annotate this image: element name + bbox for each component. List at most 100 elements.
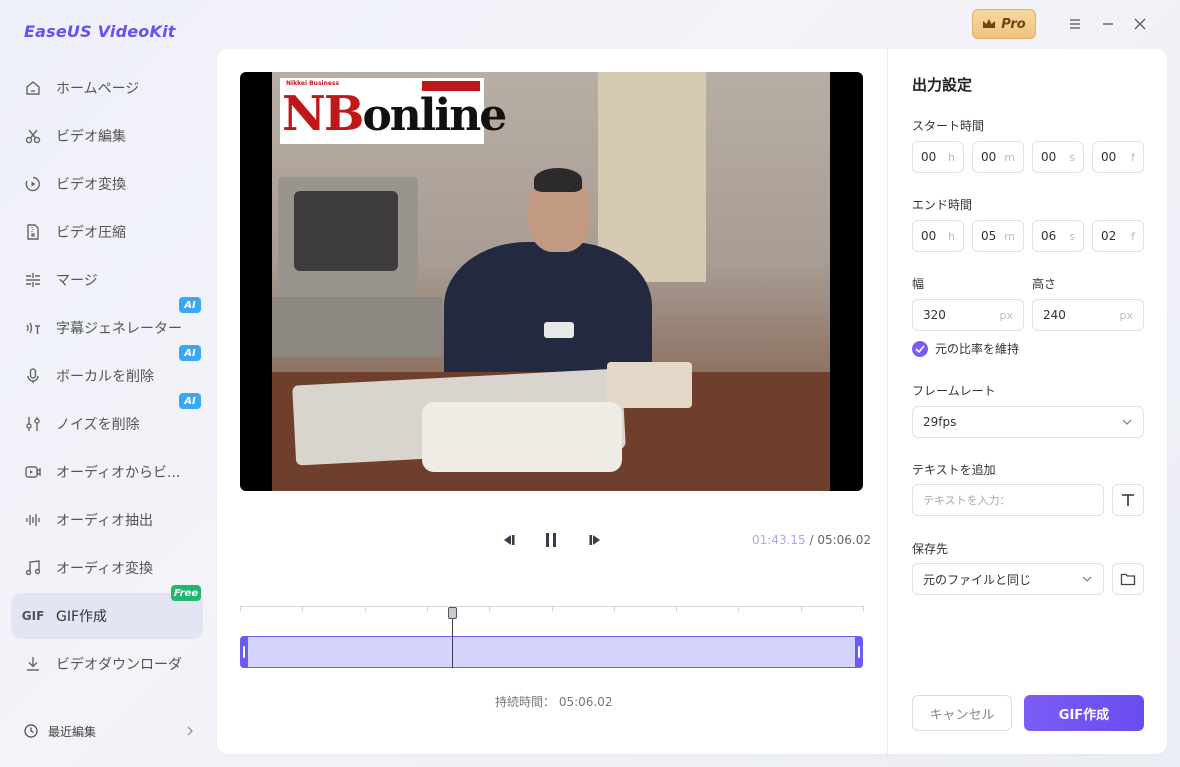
sidebar-item-label: ビデオ圧縮 [56, 225, 126, 241]
compress-icon [23, 222, 43, 242]
start-time-label: スタート時間 [912, 119, 985, 133]
current-time: 01:43.15 [752, 533, 806, 547]
end-hours-input[interactable]: 00 h [912, 220, 964, 252]
end-frames-input[interactable]: 02 f [1092, 220, 1144, 252]
sidebar-item-label: ビデオ編集 [56, 129, 126, 145]
merge-icon [23, 270, 43, 290]
panel-divider [887, 49, 888, 754]
music-note-icon [23, 558, 43, 578]
start-seconds-input[interactable]: 00 s [1032, 141, 1084, 173]
ai-badge: AI [179, 345, 201, 361]
ai-badge: AI [179, 393, 201, 409]
sidebar-item-video-download[interactable]: ビデオダウンローダ [11, 641, 203, 687]
clock-icon [24, 724, 38, 738]
minimize-icon[interactable] [1097, 13, 1119, 35]
sidebar-item-label: オーディオ変換 [56, 561, 154, 577]
sidebar-item-label: GIF作成 [56, 609, 108, 625]
end-seconds-input[interactable]: 06 s [1032, 220, 1084, 252]
sidebar-item-video-convert[interactable]: ビデオ変換 [11, 161, 203, 207]
start-frames-input[interactable]: 00 f [1092, 141, 1144, 173]
sidebar-item-audio-to-video[interactable]: オーディオからビ... [11, 449, 203, 495]
pro-button[interactable]: Pro [972, 9, 1036, 39]
trim-range[interactable] [240, 636, 863, 668]
chevron-down-icon [1082, 576, 1092, 582]
time-display: 01:43.15 / 05:06.02 [752, 533, 872, 547]
timeline-tick [614, 606, 615, 612]
text-style-button[interactable] [1112, 484, 1144, 516]
convert-icon [23, 174, 43, 194]
pause-button[interactable] [540, 529, 562, 551]
sidebar-item-video-edit[interactable]: ビデオ編集 [11, 113, 203, 159]
trim-start-handle[interactable] [240, 636, 248, 668]
sidebar-item-vocal-remove[interactable]: ボーカルを削除 AI [11, 345, 203, 399]
home-icon [23, 78, 43, 98]
playhead-knob[interactable] [448, 607, 457, 619]
chevron-down-icon [1122, 419, 1132, 425]
height-input[interactable]: 240 px [1032, 299, 1144, 331]
video-preview[interactable]: Nikkei Business NBonline [240, 72, 863, 491]
timeline-tick [738, 606, 739, 612]
folder-icon [1120, 573, 1136, 586]
timeline-tick [801, 606, 802, 612]
video-overlay-logo: Nikkei Business NBonline [280, 78, 507, 144]
timeline-tick [552, 606, 553, 612]
total-time: 05:06.02 [817, 533, 872, 547]
trim-end-handle[interactable] [855, 636, 863, 668]
text-icon [1122, 494, 1134, 506]
keep-ratio-checkbox[interactable]: 元の比率を維持 [912, 340, 1019, 357]
sidebar-item-label: ホームページ [56, 81, 140, 97]
sidebar-item-subtitle[interactable]: 字幕ジェネレーター AI [11, 297, 203, 351]
sidebar-item-video-compress[interactable]: ビデオ圧縮 [11, 209, 203, 255]
app-logo: EaseUS VideoKit [24, 22, 176, 41]
sidebar-item-noise-remove[interactable]: ノイズを削除 AI [11, 393, 203, 447]
start-minutes-input[interactable]: 00 m [972, 141, 1024, 173]
browse-folder-button[interactable] [1112, 563, 1144, 595]
sliders-icon [23, 414, 43, 434]
step-back-icon [504, 535, 515, 545]
duration-display: 持続時間： 05:06.02 [495, 695, 613, 709]
close-icon[interactable] [1129, 13, 1151, 35]
framerate-label: フレームレート [912, 384, 996, 398]
subtitle-icon [23, 318, 43, 338]
width-input[interactable]: 320 px [912, 299, 1024, 331]
timeline-tick [365, 606, 366, 612]
timeline-tick [863, 606, 864, 612]
playhead[interactable] [452, 616, 453, 668]
savepath-select[interactable]: 元のファイルと同じ [912, 563, 1104, 595]
end-time-label: エンド時間 [912, 198, 973, 212]
audio-video-icon [23, 462, 43, 482]
previous-frame-button[interactable] [497, 529, 519, 551]
sidebar-item-gif[interactable]: GIF GIF作成 Free [11, 585, 203, 639]
sidebar-item-label: オーディオ抽出 [56, 513, 154, 529]
video-frame: Nikkei Business NBonline [272, 72, 830, 491]
start-hours-input[interactable]: 00 h [912, 141, 964, 173]
sidebar-item-merge[interactable]: マージ [11, 257, 203, 303]
framerate-select[interactable]: 29fps [912, 406, 1144, 438]
crown-icon [983, 19, 996, 28]
sidebar-item-label: ボーカルを削除 [56, 369, 154, 385]
sidebar-item-home[interactable]: ホームページ [11, 65, 203, 111]
text-input[interactable]: テキストを入力： [912, 484, 1104, 516]
menu-icon[interactable] [1064, 13, 1086, 35]
download-icon [23, 654, 43, 674]
sidebar-item-label: 字幕ジェネレーター [56, 321, 182, 337]
sidebar-item-audio-extract[interactable]: オーディオ抽出 [11, 497, 203, 543]
savepath-label: 保存先 [912, 542, 949, 556]
gif-icon: GIF [21, 609, 45, 623]
step-forward-icon [589, 535, 600, 545]
pro-label: Pro [1001, 16, 1026, 32]
create-gif-button[interactable]: GIF作成 [1024, 695, 1144, 731]
waveform-icon [23, 510, 43, 530]
sidebar-item-label: オーディオからビ... [56, 465, 181, 481]
timeline-tick [302, 606, 303, 612]
ai-badge: AI [179, 297, 201, 313]
timeline-tick [676, 606, 677, 612]
sidebar-item-label: ビデオダウンローダ [56, 657, 182, 673]
end-minutes-input[interactable]: 05 m [972, 220, 1024, 252]
addtext-label: テキストを追加 [912, 463, 996, 477]
settings-title: 出力設定 [912, 76, 973, 94]
chevron-right-icon [187, 726, 193, 736]
cancel-button[interactable]: キャンセル [912, 695, 1012, 731]
recent-edits[interactable]: 最近編集 [24, 720, 194, 742]
next-frame-button[interactable] [585, 529, 607, 551]
